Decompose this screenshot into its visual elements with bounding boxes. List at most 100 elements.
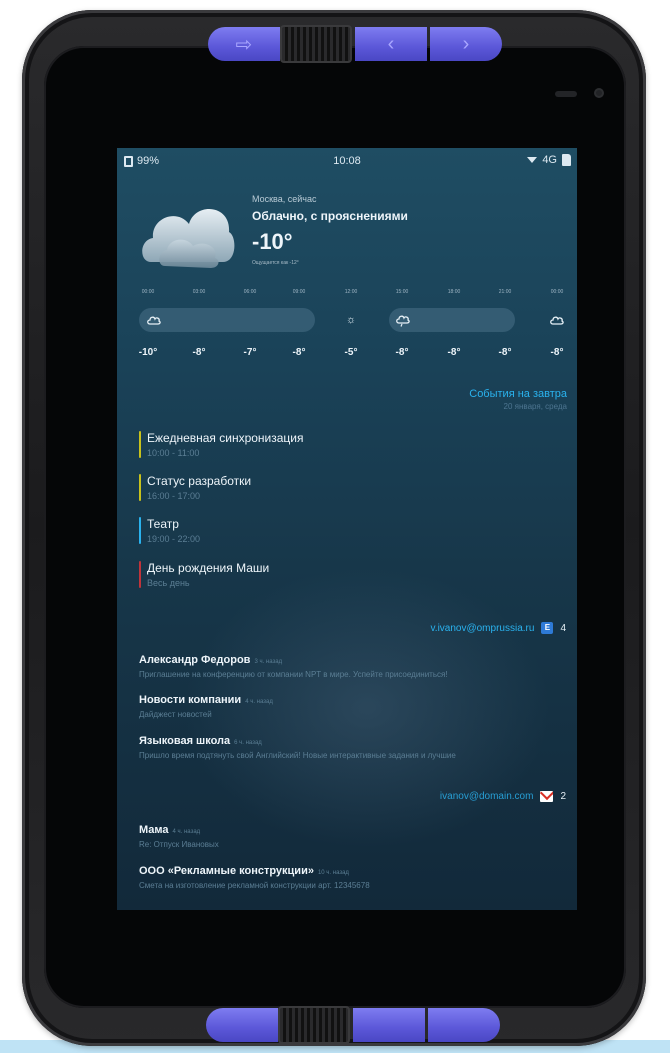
events-title: События на завтра: [469, 388, 567, 400]
rain-cloud-icon: [396, 315, 410, 327]
mail-account-address: ivanov@domain.com: [439, 791, 534, 802]
status-bar: 99% 10:08 4G: [117, 148, 577, 172]
weather-timeline-track: [139, 308, 315, 332]
weather-city: Москва, сейчас: [252, 194, 317, 204]
hw-side-button-mid[interactable]: [353, 1008, 425, 1042]
event-name: День рождения Маши: [147, 561, 270, 575]
hour-temp: -8°: [498, 347, 512, 358]
hour-label: 06:00: [243, 289, 257, 295]
status-time: 10:08: [333, 155, 361, 167]
mail-subject: Приглашение на конференцию от компании N…: [139, 670, 448, 679]
event-color-bar: [139, 517, 141, 544]
event-time: 16:00 - 17:00: [147, 491, 201, 501]
top-hardware-buttons: ⇨ ‹ ›: [208, 25, 502, 63]
hour-temp: -7°: [243, 347, 257, 358]
mail-age: 3 ч. назад: [254, 659, 283, 665]
mail-item[interactable]: ООО «Рекламные конструкции» 10 ч. назад С…: [139, 865, 569, 890]
events-date: 20 января, среда: [503, 402, 567, 411]
weather-condition: Облачно, с прояснениями: [252, 209, 408, 223]
mail-age: 10 ч. назад: [317, 870, 349, 876]
weather-temperature: -10°: [252, 229, 293, 254]
hw-forward-button[interactable]: ›: [430, 27, 502, 61]
events-header[interactable]: События на завтра 20 января, среда: [469, 388, 567, 411]
hour-label: 09:00: [292, 289, 306, 295]
hw-side-button-left[interactable]: [206, 1008, 278, 1042]
mail-item[interactable]: Новости компании 4 ч. назад Дайджест ново…: [139, 694, 569, 719]
status-right: 4G: [527, 154, 571, 166]
hour-label: 00:00: [141, 289, 155, 295]
hour-label: 21:00: [498, 289, 512, 295]
bottom-hardware-buttons: [206, 1006, 500, 1044]
hour-temp: -8°: [395, 347, 409, 358]
mail-age: 6 ч. назад: [234, 740, 262, 746]
mail-unread-count: 4: [560, 622, 566, 634]
mail-age: 4 ч. назад: [172, 829, 201, 835]
weather-summary[interactable]: Москва, сейчас Облачно, с прояснениями -…: [252, 194, 408, 266]
sim-icon: [562, 154, 571, 166]
hour-label: 18:00: [447, 289, 461, 295]
chevron-left-icon: ‹: [387, 32, 395, 55]
mail-account-address: v.ivanov@omprussia.ru: [430, 622, 535, 634]
sensor-bar: [555, 91, 577, 97]
hw-grip: [280, 25, 352, 63]
hour-temp: -8°: [192, 347, 206, 358]
mail-subject: Смета на изготовление рекламной конструк…: [139, 881, 370, 890]
home-glyph-icon: ⇨: [235, 33, 253, 56]
mail-subject: Re: Отпуск Ивановых: [139, 840, 219, 849]
cloud-icon: [147, 316, 161, 325]
event-name: Театр: [147, 517, 179, 531]
event-name: Статус разработки: [147, 474, 252, 488]
mail-age: 4 ч. назад: [245, 699, 273, 705]
hw-grip-bottom: [278, 1006, 350, 1044]
chevron-right-icon: ›: [462, 32, 470, 55]
hour-label: 00:00: [550, 289, 564, 295]
event-item[interactable]: Театр 19:00 - 22:00: [139, 517, 200, 544]
mail-sender: Александр Федоров: [139, 654, 251, 666]
mail-sender: Языковая школа: [139, 735, 231, 747]
hour-temp: -8°: [550, 347, 564, 358]
mail-item[interactable]: Мама 4 ч. назад Re: Отпуск Ивановых: [139, 824, 569, 849]
wifi-icon: [527, 157, 538, 163]
mail-subject: Пришло время подтянуть свой Английский! …: [139, 751, 456, 760]
cloud-icon: [550, 316, 564, 325]
hour-label: 15:00: [395, 289, 409, 295]
event-color-bar: [139, 431, 141, 458]
network-type: 4G: [542, 154, 557, 166]
hour-temp: -5°: [344, 347, 358, 358]
hour-label: 12:00: [344, 289, 358, 295]
exchange-icon: E: [541, 622, 554, 634]
hour-temp: -10°: [138, 347, 158, 358]
mail-subject: Дайджест новостей: [139, 710, 212, 719]
event-time: Весь день: [147, 578, 190, 588]
hw-side-button-right[interactable]: [428, 1008, 500, 1042]
front-camera-icon: [594, 88, 604, 98]
event-time: 19:00 - 22:00: [147, 534, 201, 544]
mail-account-header[interactable]: ivanov@domain.com 2: [440, 791, 566, 802]
event-color-bar: [139, 561, 141, 588]
gmail-icon: [540, 791, 554, 802]
mail-sender: ООО «Рекламные конструкции»: [139, 865, 314, 877]
hour-temp: -8°: [447, 347, 461, 358]
hourly-times: 00:00 03:00 06:00 09:00 12:00 15:00 18:0…: [139, 289, 567, 299]
event-time: 10:00 - 11:00: [147, 448, 200, 458]
event-item[interactable]: Ежедневная синхронизация 10:00 - 11:00: [139, 431, 304, 458]
mail-item[interactable]: Языковая школа 6 ч. назад Пришло время по…: [139, 735, 569, 760]
screen: 99% 10:08 4G Москва, сейчас Облачно, с п…: [117, 148, 577, 910]
hour-temp: -8°: [292, 347, 306, 358]
event-name: Ежедневная синхронизация: [147, 431, 304, 445]
mail-item[interactable]: Александр Федоров 3 ч. назад Приглашение …: [139, 654, 569, 679]
sun-icon: ☼: [345, 314, 357, 326]
event-item[interactable]: Статус разработки 16:00 - 17:00: [139, 474, 251, 501]
mail-sender: Новости компании: [139, 694, 242, 706]
event-color-bar: [139, 474, 141, 501]
weather-feels-like: Ощущается как -12°: [252, 260, 299, 266]
hour-label: 03:00: [192, 289, 206, 295]
mail-unread-count: 2: [560, 791, 566, 802]
mail-account-header[interactable]: v.ivanov@omprussia.ru E 4: [431, 622, 566, 634]
event-item[interactable]: День рождения Маши Весь день: [139, 561, 269, 588]
hw-home-button[interactable]: ⇨: [208, 27, 280, 61]
hw-back-button[interactable]: ‹: [355, 27, 427, 61]
cloud-large-icon: [142, 209, 235, 268]
hourly-temperatures: -10° -8° -7° -8° -5° -8° -8° -8° -8°: [139, 347, 567, 361]
mail-sender: Мама: [139, 824, 169, 836]
